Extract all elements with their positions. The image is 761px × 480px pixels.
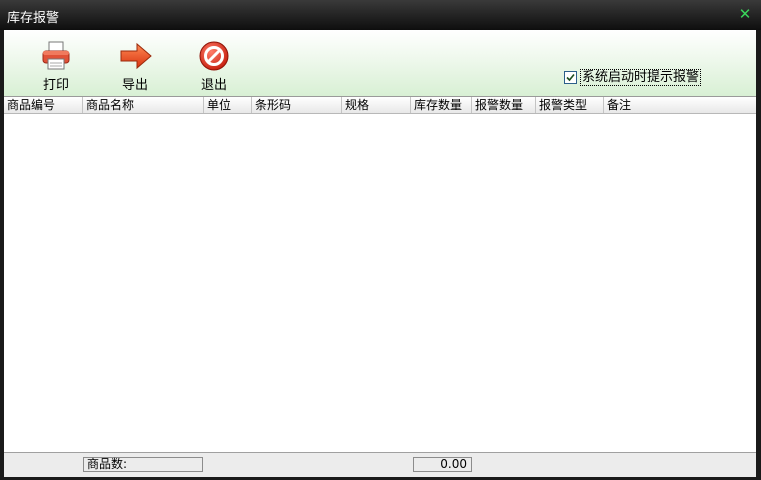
- exit-button[interactable]: 退出: [184, 38, 244, 93]
- status-bar: 商品数: 0.00: [4, 452, 756, 477]
- title-bar[interactable]: 库存报警 ✕: [0, 0, 761, 30]
- close-icon[interactable]: ✕: [738, 5, 752, 23]
- exit-label: 退出: [200, 78, 227, 93]
- column-header-product-code[interactable]: 商品编号: [4, 97, 83, 113]
- alert-on-startup-label: 系统启动时提示报警: [580, 69, 702, 86]
- product-count-label: 商品数:: [87, 457, 128, 471]
- print-label: 打印: [42, 78, 69, 93]
- toolbar: 打印 导出 退出 系统启动时提示报警: [4, 30, 756, 96]
- total-value-field: 0.00: [413, 457, 472, 472]
- column-header-spec[interactable]: 规格: [342, 97, 411, 113]
- printer-icon: [42, 41, 70, 70]
- column-header-alert-type[interactable]: 报警类型: [536, 97, 604, 113]
- client-area: 打印 导出 退出 系统启动时提示报警 商品编号 商品名称 单位 条形码 规格 库…: [4, 30, 756, 477]
- checkmark-icon: [566, 73, 575, 82]
- column-header-unit[interactable]: 单位: [204, 97, 252, 113]
- export-arrow-icon: [120, 42, 152, 70]
- stock-alert-window: 库存报警 ✕ 打印 导出 退出 系统启动时提示报警 商品编号 商品名称 单位 条…: [0, 0, 761, 480]
- export-button[interactable]: 导出: [105, 38, 165, 93]
- column-header-alert-qty[interactable]: 报警数量: [472, 97, 536, 113]
- column-header-product-name[interactable]: 商品名称: [83, 97, 204, 113]
- print-button[interactable]: 打印: [26, 38, 86, 93]
- checkbox-box[interactable]: [564, 71, 577, 84]
- product-count-field: 商品数:: [83, 457, 203, 472]
- export-label: 导出: [121, 78, 148, 93]
- window-title: 库存报警: [7, 11, 60, 26]
- column-header-barcode[interactable]: 条形码: [252, 97, 342, 113]
- total-value: 0.00: [440, 457, 467, 471]
- table-header: 商品编号 商品名称 单位 条形码 规格 库存数量 报警数量 报警类型 备注: [4, 97, 756, 114]
- no-entry-icon: [199, 41, 229, 71]
- stock-alert-table[interactable]: 商品编号 商品名称 单位 条形码 规格 库存数量 报警数量 报警类型 备注: [4, 96, 756, 453]
- column-header-remarks[interactable]: 备注: [604, 97, 756, 113]
- column-header-stock-qty[interactable]: 库存数量: [411, 97, 472, 113]
